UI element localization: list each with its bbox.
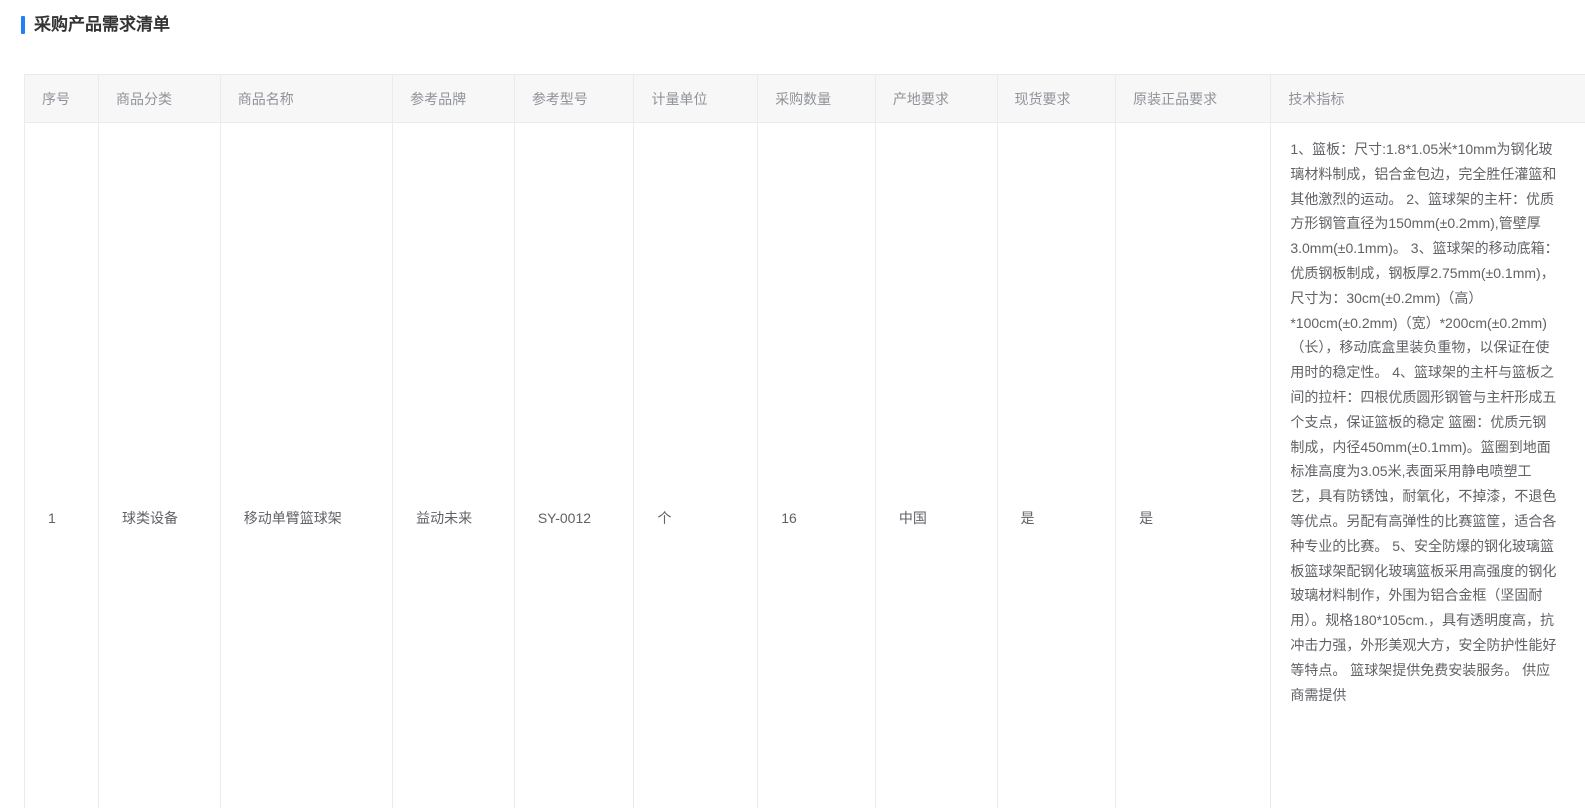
cell-ckpp: 益动未来 [393, 123, 515, 808]
column-header-jszb: 技术指标 [1271, 75, 1585, 123]
title-accent-bar [21, 16, 25, 34]
cell-cdyq: 中国 [875, 123, 997, 808]
column-header-cdyq: 产地要求 [875, 75, 997, 123]
cell-cgsl: 16 [758, 123, 876, 808]
column-header-cgsl: 采购数量 [758, 75, 876, 123]
column-header-spmc: 商品名称 [220, 75, 392, 123]
procurement-requirements-table: 序号商品分类商品名称参考品牌参考型号计量单位采购数量产地要求现货要求原装正品要求… [24, 74, 1585, 808]
cell-ckxh: SY-0012 [514, 123, 634, 808]
cell-spmc: 移动单臂篮球架 [220, 123, 392, 808]
column-header-xh: 序号 [25, 75, 99, 123]
cell-xh: 1 [25, 123, 99, 808]
header-row: 序号商品分类商品名称参考品牌参考型号计量单位采购数量产地要求现货要求原装正品要求… [25, 75, 1585, 123]
page-title: 采购产品需求清单 [34, 15, 170, 35]
cell-jszb: 1、篮板：尺寸:1.8*1.05米*10mm为钢化玻璃材料制成，铝合金包边，完全… [1271, 123, 1585, 808]
column-header-ckpp: 参考品牌 [393, 75, 515, 123]
column-header-xhyq: 现货要求 [997, 75, 1116, 123]
column-header-spfl: 商品分类 [99, 75, 221, 123]
column-header-yzzpyq: 原装正品要求 [1116, 75, 1271, 123]
cell-jldw: 个 [634, 123, 758, 808]
cell-xhyq: 是 [997, 123, 1116, 808]
column-header-ckxh: 参考型号 [514, 75, 634, 123]
cell-spfl: 球类设备 [99, 123, 221, 808]
cell-yzzpyq: 是 [1116, 123, 1271, 808]
table-body: 1球类设备移动单臂篮球架益动未来SY-0012个16中国是是1、篮板：尺寸:1.… [25, 123, 1585, 808]
table-container: 序号商品分类商品名称参考品牌参考型号计量单位采购数量产地要求现货要求原装正品要求… [24, 74, 1585, 808]
table-row: 1球类设备移动单臂篮球架益动未来SY-0012个16中国是是1、篮板：尺寸:1.… [25, 123, 1585, 808]
page-header: 采购产品需求清单 [0, 0, 1585, 35]
column-header-jldw: 计量单位 [634, 75, 758, 123]
